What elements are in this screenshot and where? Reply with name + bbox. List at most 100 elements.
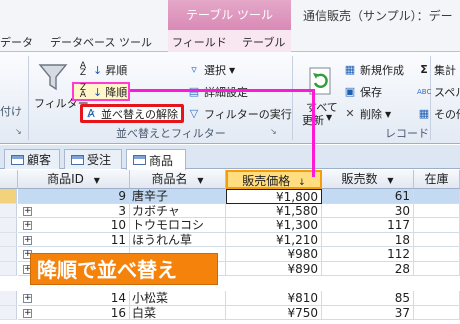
save-icon: ▣ [344, 85, 356, 98]
column-header-product-name[interactable]: 商品名 ▼ [130, 170, 226, 189]
sort-ascending-button[interactable]: AZ ↓ 昇順 [76, 62, 127, 78]
tab-database-tools[interactable]: データベース ツール [50, 34, 152, 50]
group-separator [28, 56, 29, 140]
annotation-callout: 降順で並べ替え [30, 253, 218, 285]
cell-sold[interactable]: 85 [322, 291, 414, 306]
cell-product-name[interactable]: 白菜 [130, 305, 226, 320]
tab-customers[interactable]: 顧客 [4, 149, 60, 169]
select-all-corner[interactable] [0, 170, 18, 189]
cell-price[interactable]: ¥750 [226, 305, 322, 320]
cell-price[interactable]: ¥1,300 [226, 218, 322, 233]
chevron-down-icon[interactable]: ▼ [326, 113, 332, 122]
sort-filter-group-label: 並べ替えとフィルター [116, 127, 226, 140]
delete-button[interactable]: ✕ 削除 ▼ [343, 106, 391, 122]
totals-label: 集計 [434, 64, 456, 77]
cell-stock[interactable] [414, 247, 460, 262]
chevron-down-icon[interactable]: ▼ [94, 176, 100, 185]
cell-stock[interactable] [414, 232, 460, 247]
cell-stock[interactable] [414, 218, 460, 233]
tab-orders[interactable]: 受注 [64, 149, 122, 169]
column-header-product-id[interactable]: 商品ID ▼ [18, 170, 130, 189]
cell-sold[interactable]: 30 [322, 203, 414, 218]
cell-stock[interactable] [414, 305, 460, 320]
remove-sort-button[interactable]: A̷ 並べ替えの解除 [84, 106, 178, 122]
ascending-label: 昇順 [105, 64, 128, 77]
cell-product-name[interactable]: ほうれん草 [130, 232, 226, 247]
table-row[interactable]: + 9 唐辛子 ¥1,800 61 [0, 189, 460, 204]
cell-sold[interactable]: 18 [322, 232, 414, 247]
cell-sold[interactable]: 117 [322, 218, 414, 233]
annotation-connector-horizontal [130, 89, 314, 92]
table-row[interactable]: + 14 小松菜 ¥810 85 [0, 291, 460, 306]
toggle-filter-button[interactable]: ▽ フィルターの実行 [187, 106, 292, 122]
tab-fields[interactable]: フィールド [172, 34, 227, 50]
cell-price[interactable]: ¥1,210 [226, 232, 322, 247]
left-group-label: 付け [0, 105, 22, 118]
filter-funnel-icon[interactable] [38, 62, 68, 92]
cell-product-name[interactable]: 唐辛子 [130, 189, 226, 204]
save-button[interactable]: ▣ 保存 [343, 84, 382, 100]
cell-price[interactable]: ¥890 [226, 261, 322, 276]
column-header-sold[interactable]: 販売数 ▼ [322, 170, 414, 189]
chevron-down-icon[interactable]: ▼ [197, 176, 203, 185]
row-selector[interactable] [0, 232, 17, 247]
column-header-price[interactable]: 販売価格 ↓ [226, 170, 322, 189]
delete-x-icon: ✕ [345, 107, 355, 120]
sorted-descending-icon[interactable]: ↓ [298, 178, 306, 188]
new-record-icon: ▦ [344, 63, 356, 76]
dialog-launcher-icon[interactable]: ↘ [270, 127, 277, 136]
toggle-filter-icon: ▽ [189, 107, 199, 120]
row-selector[interactable] [0, 305, 17, 320]
tab-table[interactable]: テーブル [242, 34, 285, 50]
cell-stock[interactable] [414, 261, 460, 276]
tab-products[interactable]: 商品 [126, 149, 186, 170]
chevron-down-icon[interactable]: ▼ [387, 176, 393, 185]
column-header-stock[interactable]: 在庫 [414, 170, 460, 189]
tab-data[interactable]: データ [0, 34, 33, 50]
cell-product-name[interactable]: 小松菜 [130, 291, 226, 306]
cell-stock[interactable] [414, 203, 460, 218]
cell-stock[interactable] [414, 189, 460, 204]
advanced-button[interactable]: ▤ 詳細設定 [187, 84, 248, 100]
cell-product-id[interactable]: 10 [18, 218, 130, 233]
sort-descending-button[interactable]: ZA ↓ 降順 [76, 84, 127, 100]
row-selector[interactable] [0, 261, 17, 276]
table-row[interactable]: + 11 ほうれん草 ¥1,210 18 [0, 232, 460, 247]
row-selector[interactable] [0, 218, 17, 233]
table-row[interactable]: + 3 カボチャ ¥1,580 30 [0, 203, 460, 218]
table-icon [133, 155, 146, 165]
cell-sold[interactable]: 28 [322, 261, 414, 276]
row-selector[interactable] [0, 203, 17, 218]
cell-product-id[interactable]: 16 [18, 305, 130, 320]
cell-price[interactable]: ¥810 [226, 291, 322, 306]
row-selector[interactable] [0, 189, 17, 204]
spelling-abc-icon: ABC [417, 88, 432, 96]
cell-product-id[interactable]: 14 [18, 291, 130, 306]
dialog-launcher-icon[interactable]: ↘ [15, 127, 22, 136]
cell-product-id[interactable]: 11 [18, 232, 130, 247]
cell-sold[interactable]: 61 [322, 189, 414, 204]
row-selector[interactable] [0, 247, 17, 262]
arrow-down-icon: ↓ [93, 85, 103, 99]
cell-sold[interactable]: 37 [322, 305, 414, 320]
table-tools-context-header: テーブル ツール [168, 0, 291, 30]
cell-product-id[interactable]: 3 [18, 203, 130, 218]
cell-product-name[interactable]: カボチャ [130, 203, 226, 218]
cell-product-name[interactable]: トウモロコシ [130, 218, 226, 233]
annotation-connector-vertical [312, 89, 315, 177]
spelling-button[interactable]: ABC スペル [417, 84, 460, 100]
delete-label: 削除 [360, 108, 382, 121]
new-record-button[interactable]: ▦ 新規作成 [343, 62, 404, 78]
totals-button[interactable]: Σ 集計 [417, 62, 456, 78]
more-button[interactable]: ▦ その他 [417, 106, 460, 122]
cell-sold[interactable]: 112 [322, 247, 414, 262]
row-selector[interactable] [0, 291, 17, 306]
cell-price[interactable]: ¥1,800 [226, 189, 322, 204]
cell-stock[interactable] [414, 291, 460, 306]
selection-button[interactable]: ▿ 選択 ▼ [187, 62, 235, 78]
cell-product-id[interactable]: 9 [18, 189, 130, 204]
table-row[interactable]: + 10 トウモロコシ ¥1,300 117 [0, 218, 460, 233]
cell-price[interactable]: ¥1,580 [226, 203, 322, 218]
cell-price[interactable]: ¥980 [226, 247, 322, 262]
table-row[interactable]: + 16 白菜 ¥750 37 [0, 305, 460, 320]
